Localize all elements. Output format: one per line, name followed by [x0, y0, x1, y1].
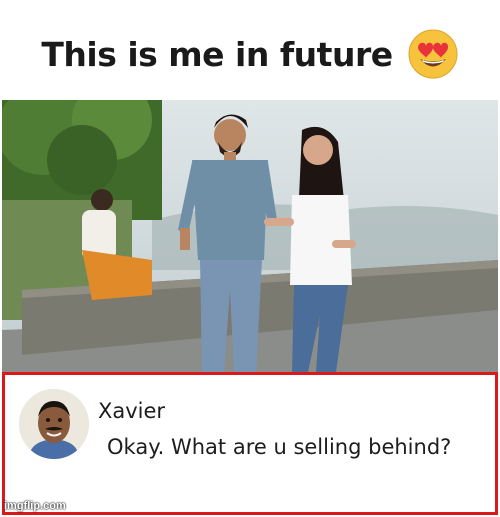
couple-walking-photo — [2, 100, 498, 372]
heart-eyes-emoji-icon — [408, 29, 458, 79]
comment-box: Xavier Okay. What are u selling behind? — [2, 372, 498, 515]
meme-title-text: This is me in future — [41, 34, 393, 74]
meme-photo — [2, 100, 498, 372]
commenter-name: Xavier — [98, 399, 166, 423]
comment-text: Okay. What are u selling behind? — [107, 435, 452, 459]
meme-title: This is me in future — [0, 24, 500, 84]
avatar — [19, 389, 89, 459]
watermark: imgflip.com — [4, 500, 66, 512]
commenter-avatar-photo — [19, 389, 89, 459]
